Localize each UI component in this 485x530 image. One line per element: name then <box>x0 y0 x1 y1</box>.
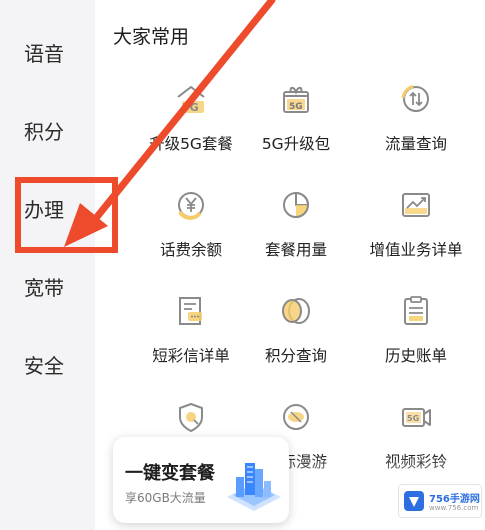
sms-detail-button[interactable]: 短彩信详单 <box>130 294 250 384</box>
pie-chart-icon <box>283 192 309 218</box>
5g-house-icon: 5G <box>177 86 205 114</box>
5g-video-icon: 5G <box>402 408 431 427</box>
svg-text:5G: 5G <box>289 102 303 112</box>
trend-chart-icon <box>402 193 430 217</box>
roaming-globe-icon <box>283 404 309 430</box>
grid-item-label: 流量查询 <box>384 135 447 153</box>
watermark-brand: 756手游网 <box>429 494 480 505</box>
grid-item-label: 历史账单 <box>384 347 447 365</box>
balance-button[interactable]: 话费余额 <box>130 188 250 278</box>
sidebar-item-security[interactable]: 安全 <box>0 344 95 384</box>
category-sidebar: 语音 积分 办理 宽带 安全 <box>0 0 95 530</box>
data-usage-query-button[interactable]: 流量查询 <box>355 82 475 172</box>
sidebar-item-label: 语音 <box>24 41 64 66</box>
svg-text:5G: 5G <box>182 101 199 114</box>
sidebar-item-broadband[interactable]: 宽带 <box>0 266 95 306</box>
promo-subtitle: 享60GB大流量 <box>125 491 206 505</box>
sidebar-item-voice[interactable]: 语音 <box>0 32 95 72</box>
promo-title: 一键变套餐 <box>125 463 215 484</box>
points-query-button[interactable]: 积分查询 <box>235 294 355 384</box>
isometric-building-icon <box>227 463 281 511</box>
upgrade-5g-plan-button[interactable]: 5G 升级5G套餐 <box>130 82 250 172</box>
section-title: 大家常用 <box>113 26 190 48</box>
annotation-highlight-box <box>15 177 118 253</box>
shield-icon <box>179 403 203 432</box>
plan-usage-button[interactable]: 套餐用量 <box>235 188 355 278</box>
5g-upgrade-pack-button[interactable]: 5G 5G升级包 <box>235 82 355 172</box>
sidebar-item-label: 宽带 <box>24 275 64 300</box>
svg-text:5G: 5G <box>407 414 419 423</box>
5g-gift-box-icon: 5G <box>283 86 309 113</box>
site-watermark: 756手游网 www.756.com <box>398 484 482 518</box>
sidebar-item-points[interactable]: 积分 <box>0 110 95 150</box>
sidebar-item-label: 积分 <box>24 119 64 144</box>
switch-plan-promo-card[interactable]: 一键变套餐 享60GB大流量 <box>113 437 289 523</box>
data-arrows-icon <box>401 85 429 112</box>
value-added-detail-button[interactable]: 增值业务详单 <box>355 188 475 278</box>
watermark-url: www.756.com <box>429 504 479 512</box>
bill-history-button[interactable]: 历史账单 <box>355 294 475 384</box>
bill-clipboard-icon <box>404 296 428 325</box>
points-coins-icon <box>282 298 310 324</box>
site-logo-icon <box>404 491 424 511</box>
yuan-coin-icon <box>178 192 204 220</box>
sidebar-item-label: 安全 <box>24 353 64 378</box>
sms-document-icon <box>179 297 202 325</box>
grid-item-label: 增值业务详单 <box>369 241 463 259</box>
